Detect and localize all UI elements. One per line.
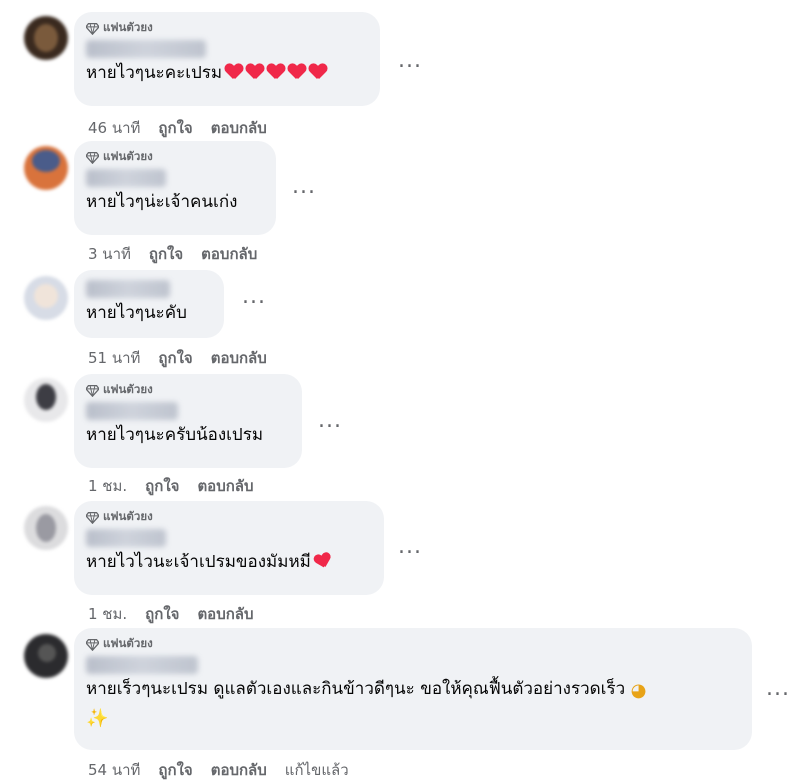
comment-meta: 1 ชม. ถูกใจ ตอบกลับ bbox=[88, 602, 254, 626]
comment-meta: 1 ชม. ถูกใจ ตอบกลับ bbox=[88, 474, 254, 498]
reply-button[interactable]: ตอบกลับ bbox=[201, 242, 257, 266]
comment-bubble: แฟนตัวยง หายไวๆนะครับน้องเปรม bbox=[74, 374, 302, 468]
more-options-button[interactable]: ... bbox=[398, 50, 422, 72]
comment-time[interactable]: 1 ชม. bbox=[88, 602, 127, 626]
comment-time[interactable]: 54 นาที bbox=[88, 758, 140, 782]
more-options-button[interactable]: ... bbox=[398, 536, 422, 558]
author-name-blurred[interactable] bbox=[86, 402, 178, 420]
comment-bubble: แฟนตัวยง หายเร็วๆนะเปรม ดูแลตัวเองและกิน… bbox=[74, 628, 752, 750]
more-options-button[interactable]: ... bbox=[242, 286, 266, 308]
two-hearts-emoji bbox=[313, 551, 333, 571]
author-name-blurred[interactable] bbox=[86, 40, 206, 58]
top-fan-badge: แฟนตัวยง bbox=[86, 509, 372, 525]
diamond-icon bbox=[86, 151, 99, 164]
like-button[interactable]: ถูกใจ bbox=[158, 116, 192, 140]
like-button[interactable]: ถูกใจ bbox=[158, 346, 192, 370]
comment-text: หายเร็วๆนะเปรม ดูแลตัวเองและกินข้าวดีๆนะ… bbox=[86, 676, 740, 732]
avatar[interactable] bbox=[24, 16, 68, 60]
reply-button[interactable]: ตอบกลับ bbox=[197, 474, 253, 498]
comment-meta: 51 นาที ถูกใจ ตอบกลับ bbox=[88, 346, 267, 370]
more-options-button[interactable]: ... bbox=[292, 176, 316, 198]
heart-emoji bbox=[246, 63, 264, 81]
comment-bubble: แฟนตัวยง หายไวๆนะคะเปรม bbox=[74, 12, 380, 106]
avatar[interactable] bbox=[24, 506, 68, 550]
author-name-blurred[interactable] bbox=[86, 529, 166, 547]
like-button[interactable]: ถูกใจ bbox=[149, 242, 183, 266]
diamond-icon bbox=[86, 384, 99, 397]
comment-bubble: หายไวๆนะคับ bbox=[74, 270, 224, 338]
heart-emoji bbox=[288, 63, 306, 81]
comment-meta: 46 นาที ถูกใจ ตอบกลับ bbox=[88, 116, 267, 140]
author-name-blurred[interactable] bbox=[86, 656, 198, 674]
badge-label: แฟนตัวยง bbox=[103, 382, 153, 396]
comment-meta: 3 นาที ถูกใจ ตอบกลับ bbox=[88, 242, 257, 266]
comment-text: หายไวๆนะคับ bbox=[86, 303, 187, 323]
comment-time[interactable]: 46 นาที bbox=[88, 116, 140, 140]
more-options-button[interactable]: ... bbox=[318, 410, 342, 432]
comment-text: หายไวๆน่ะเจ้าคนเก่ง bbox=[86, 192, 238, 212]
heart-emoji bbox=[267, 63, 285, 81]
comment-bubble: แฟนตัวยง หายไวๆน่ะเจ้าคนเก่ง bbox=[74, 141, 276, 235]
reply-button[interactable]: ตอบกลับ bbox=[197, 602, 253, 626]
reply-button[interactable]: ตอบกลับ bbox=[211, 346, 267, 370]
comment-text: หายไวๆนะครับน้องเปรม bbox=[86, 425, 264, 445]
avatar[interactable] bbox=[24, 276, 68, 320]
heart-emoji bbox=[309, 63, 327, 81]
comment-text: หายไวๆนะคะเปรม bbox=[86, 60, 368, 86]
top-fan-badge: แฟนตัวยง bbox=[86, 20, 368, 36]
edited-label: แก้ไขแล้ว bbox=[284, 761, 349, 779]
comment-bubble: แฟนตัวยง หายไวไวนะเจ้าเปรมของมัมหมี bbox=[74, 501, 384, 595]
diamond-icon bbox=[86, 638, 99, 651]
badge-label: แฟนตัวยง bbox=[103, 20, 153, 34]
diamond-icon bbox=[86, 22, 99, 35]
author-name-blurred[interactable] bbox=[86, 280, 170, 298]
sparkles-emoji: ✨ bbox=[86, 708, 109, 729]
like-button[interactable]: ถูกใจ bbox=[145, 474, 179, 498]
pleading-face-emoji: ◕ bbox=[630, 680, 647, 701]
top-fan-badge: แฟนตัวยง bbox=[86, 382, 290, 398]
comment-time[interactable]: 51 นาที bbox=[88, 346, 140, 370]
comment-meta: 54 นาที ถูกใจ ตอบกลับ แก้ไขแล้ว bbox=[88, 758, 349, 782]
avatar[interactable] bbox=[24, 146, 68, 190]
author-name-blurred[interactable] bbox=[86, 169, 166, 187]
comment-time[interactable]: 3 นาที bbox=[88, 242, 131, 266]
reply-button[interactable]: ตอบกลับ bbox=[211, 116, 267, 140]
comment-text: หายไวไวนะเจ้าเปรมของมัมหมี bbox=[86, 549, 372, 575]
badge-label: แฟนตัวยง bbox=[103, 636, 153, 650]
badge-label: แฟนตัวยง bbox=[103, 509, 153, 523]
like-button[interactable]: ถูกใจ bbox=[158, 758, 192, 782]
like-button[interactable]: ถูกใจ bbox=[145, 602, 179, 626]
reply-button[interactable]: ตอบกลับ bbox=[211, 758, 267, 782]
more-options-button[interactable]: ... bbox=[766, 678, 790, 700]
avatar[interactable] bbox=[24, 378, 68, 422]
badge-label: แฟนตัวยง bbox=[103, 149, 153, 163]
diamond-icon bbox=[86, 511, 99, 524]
top-fan-badge: แฟนตัวยง bbox=[86, 636, 740, 652]
comment-time[interactable]: 1 ชม. bbox=[88, 474, 127, 498]
top-fan-badge: แฟนตัวยง bbox=[86, 149, 264, 165]
avatar[interactable] bbox=[24, 634, 68, 678]
heart-emoji bbox=[225, 63, 243, 81]
